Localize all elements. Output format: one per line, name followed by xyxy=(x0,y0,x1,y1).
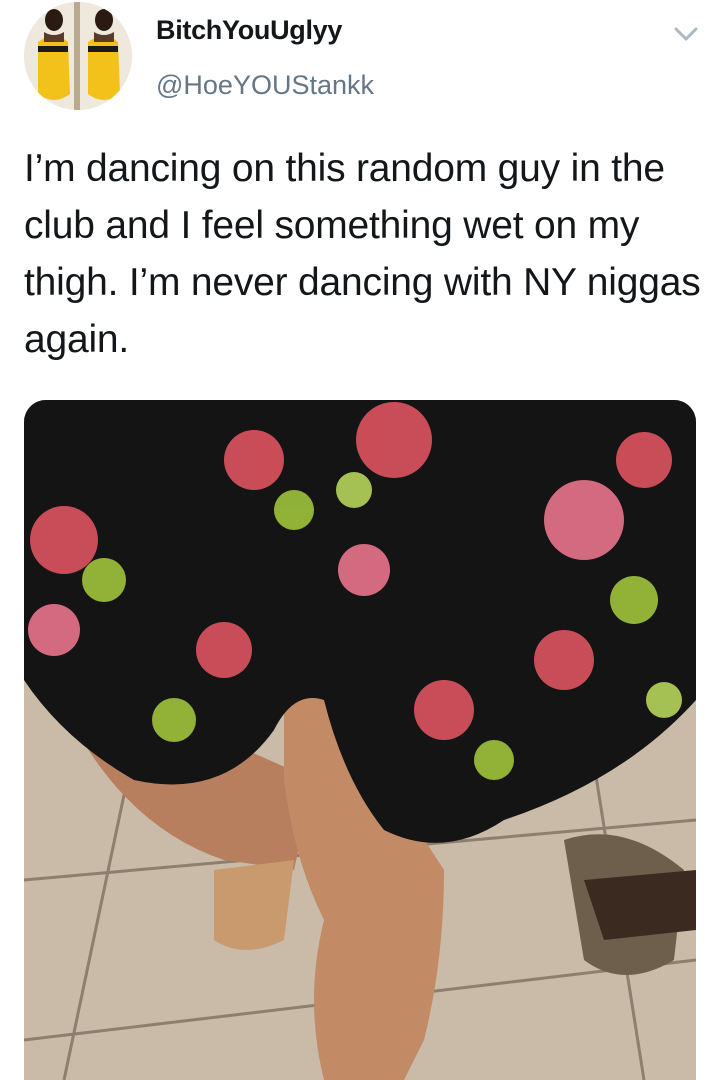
chevron-down-icon[interactable] xyxy=(672,24,700,44)
tweet-card: BitchYouUglyy @HoeYOUStankk I’m dancing … xyxy=(0,0,720,1080)
photo-illustration xyxy=(24,400,696,1080)
avatar[interactable] xyxy=(24,2,132,110)
display-name[interactable]: BitchYouUglyy xyxy=(156,15,342,46)
tweet-photo[interactable] xyxy=(24,400,696,1080)
tweet-text: I’m dancing on this random guy in the cl… xyxy=(24,147,701,361)
user-handle[interactable]: @HoeYOUStankk xyxy=(156,70,374,101)
